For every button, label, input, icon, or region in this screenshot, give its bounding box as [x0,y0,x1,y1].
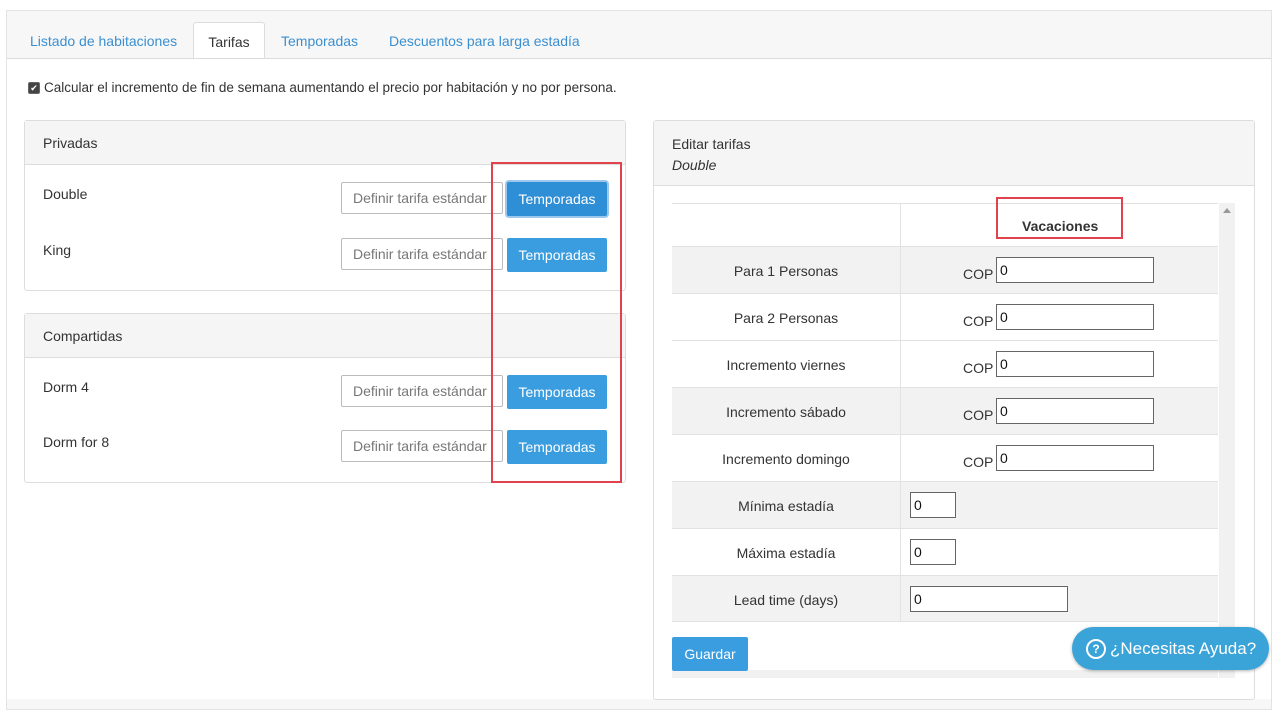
currency-label: COP [963,454,994,470]
row-label: Para 2 Personas [733,310,839,326]
row-label: Mínima estadía [738,498,834,514]
table-scrollbar[interactable] [1219,203,1235,678]
standard-rate-input-double[interactable]: Definir tarifa estándar [341,182,503,214]
scroll-up-arrow-icon[interactable] [1223,208,1231,213]
row-label: Lead time (days) [733,592,839,608]
column-divider [900,204,901,246]
standard-rate-input-dorm-for-8[interactable]: Definir tarifa estándar [341,430,503,462]
value-input-min-stay[interactable]: 0 [910,492,956,518]
row-label: Máxima estadía [736,545,836,561]
tab-seasons[interactable]: Temporadas [267,22,372,59]
column-divider [900,576,901,621]
table-row: Mínima estadía 0 [672,481,1218,528]
value-input-2-persons[interactable]: 0 [996,304,1154,330]
room-name-dorm-for-8: Dorm for 8 [43,434,110,450]
tab-rates[interactable]: Tarifas [193,22,265,59]
table-row: Lead time (days) 0 [672,575,1218,622]
table-row: Para 1 Personas COP 0 [672,246,1218,293]
table-row: Incremento viernes COP 0 [672,340,1218,387]
table-row: Incremento domingo COP 0 [672,434,1218,481]
table-row: Incremento sábado COP 0 [672,387,1218,434]
row-label: Incremento sábado [726,404,846,420]
value-input-saturday-increment[interactable]: 0 [996,398,1154,424]
edit-panel-title: Editar tarifas [672,136,751,152]
value-input-1-person[interactable]: 0 [996,257,1154,283]
weekend-option: ✔ Calcular el incremento de fin de semana… [28,80,617,95]
help-button[interactable]: ? ¿Necesitas Ayuda? [1072,627,1269,670]
group-title: Privadas [43,135,98,151]
group-title: Compartidas [43,328,123,344]
tab-bar: Listado de habitaciones Tarifas Temporad… [6,22,1272,59]
value-input-lead-time[interactable]: 0 [910,586,1068,612]
tab-room-list[interactable]: Listado de habitaciones [16,22,191,59]
standard-rate-input-king[interactable]: Definir tarifa estándar [341,238,503,270]
row-label: Incremento domingo [722,451,850,467]
weekend-checkbox[interactable]: ✔ [28,82,40,94]
column-divider [900,435,901,481]
column-divider [900,529,901,575]
question-circle-icon: ? [1086,639,1106,659]
column-divider [900,247,901,293]
edit-panel-room: Double [672,157,717,173]
table-header-row: Vacaciones [672,203,1218,246]
column-divider [900,294,901,340]
currency-label: COP [963,407,994,423]
season-buttons-highlight [491,162,622,483]
tab-long-stay-discounts[interactable]: Descuentos para larga estadía [375,22,594,59]
horizontal-scrollbar[interactable] [672,670,1218,678]
value-input-friday-increment[interactable]: 0 [996,351,1154,377]
panel-private-header: Privadas [25,121,625,165]
value-input-max-stay[interactable]: 0 [910,539,956,565]
edit-panel-header: Editar tarifas Double [654,121,1254,186]
value-input-sunday-increment[interactable]: 0 [996,445,1154,471]
help-label: ¿Necesitas Ayuda? [1110,639,1257,658]
room-name-king: King [43,242,72,258]
room-name-dorm-4: Dorm 4 [43,379,89,395]
room-name-double: Double [43,186,88,202]
standard-rate-input-dorm-4[interactable]: Definir tarifa estándar [341,375,503,407]
currency-label: COP [963,360,994,376]
currency-label: COP [963,266,994,282]
table-row: Máxima estadía 0 [672,528,1218,575]
column-divider [900,341,901,387]
row-label: Incremento viernes [726,357,846,373]
season-header-highlight [996,197,1123,239]
row-label: Para 1 Personas [733,263,839,279]
column-divider [900,388,901,434]
column-divider [900,482,901,528]
currency-label: COP [963,313,994,329]
save-button[interactable]: Guardar [672,637,748,671]
table-row: Para 2 Personas COP 0 [672,293,1218,340]
weekend-option-label: Calcular el incremento de fin de semana … [44,80,617,95]
